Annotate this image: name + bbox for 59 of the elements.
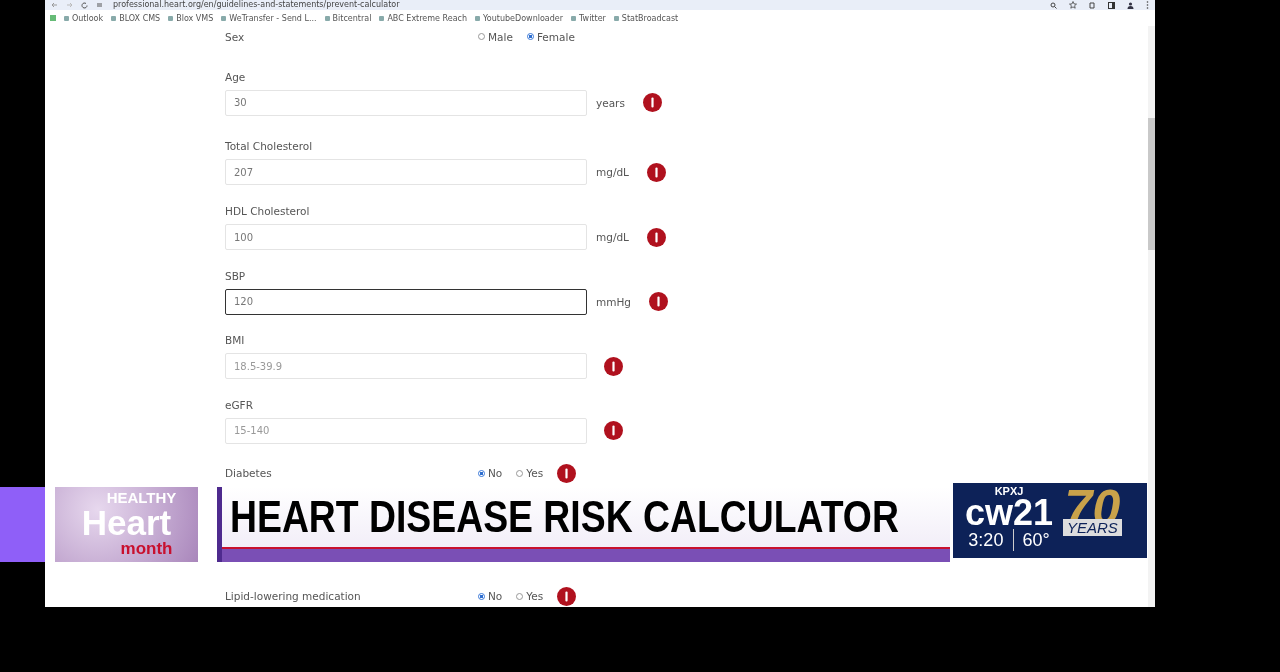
bookmark[interactable]: YoutubeDownloader [475,13,564,23]
input-field[interactable]: 100 [225,224,587,250]
unit-label: mmHg [596,295,632,308]
field-label: Age [225,69,247,84]
extensions-icon[interactable] [1089,1,1096,9]
field-label: Sex [225,30,246,43]
unit-label: mg/dL [596,166,629,179]
bookmark[interactable]: ABC Extreme Reach [379,13,468,23]
field-label: SBP [225,268,247,283]
radio-option[interactable]: No [478,590,503,603]
field-label: eGFR [225,397,254,412]
logo-text: Heart [81,505,172,540]
bookmark[interactable]: Twitter [571,13,606,23]
profile-icon[interactable] [1127,1,1134,9]
field-label: BMI [225,333,246,348]
input-field[interactable]: 15-140 [225,417,587,444]
scrollbar-thumb[interactable] [1148,118,1155,250]
radio-option[interactable]: Yes [516,590,544,603]
reload-icon[interactable] [81,1,88,9]
field-label: Total Cholesterol [225,139,314,154]
field-label: HDL Cholesterol [225,204,311,218]
radio-option[interactable]: Female [526,30,575,43]
bookmark[interactable]: Outlook [64,13,104,23]
bookmark[interactable]: Bitcentral [324,13,372,23]
logo-text: month [120,540,173,557]
temperature-text: 60° [1013,529,1050,551]
bookmark[interactable]: Blox VMS [168,13,214,23]
star-icon[interactable] [1069,1,1077,9]
unit-label: years [596,96,625,109]
call-sign: KPXJ [994,485,1024,497]
info-icon[interactable] [557,463,577,483]
field-label: Lipid-lowering medication [225,590,362,603]
radio-option[interactable]: Male [478,30,513,43]
bookmark[interactable]: StatBroadcast [613,13,679,23]
info-icon[interactable] [646,227,666,247]
zoom-icon[interactable] [1050,1,1057,9]
info-icon[interactable] [642,93,662,113]
info-icon[interactable] [604,356,623,376]
bookmark[interactable]: WeTransfer - Send L... [221,13,317,23]
info-icon[interactable] [646,162,666,182]
unit-label: mg/dL [596,231,629,243]
info-icon[interactable] [604,421,623,441]
sidebar-icon[interactable] [1108,1,1115,9]
info-icon[interactable] [649,292,669,312]
info-icon[interactable] [557,586,577,606]
radio-option[interactable]: Yes [516,467,544,480]
headline: HEART DISEASE RISK CALCULATOR [230,493,899,541]
input-field[interactable]: 30 [225,89,587,116]
anniversary-label: YEARS [1063,519,1122,536]
channel-brand: cw21 [964,497,1054,529]
menu-icon[interactable] [1146,1,1149,9]
bookmark[interactable]: BLOX CMS [111,13,161,23]
input-field[interactable]: 207 [225,159,587,186]
logo-text: HEALTHY [106,490,177,505]
input-field[interactable]: 18.5-39.9 [225,353,587,380]
input-field[interactable]: 120 [225,288,587,315]
field-label: Diabetes [225,467,273,480]
time-text: 3:20 [968,529,1004,551]
radio-option[interactable]: No [478,467,503,480]
